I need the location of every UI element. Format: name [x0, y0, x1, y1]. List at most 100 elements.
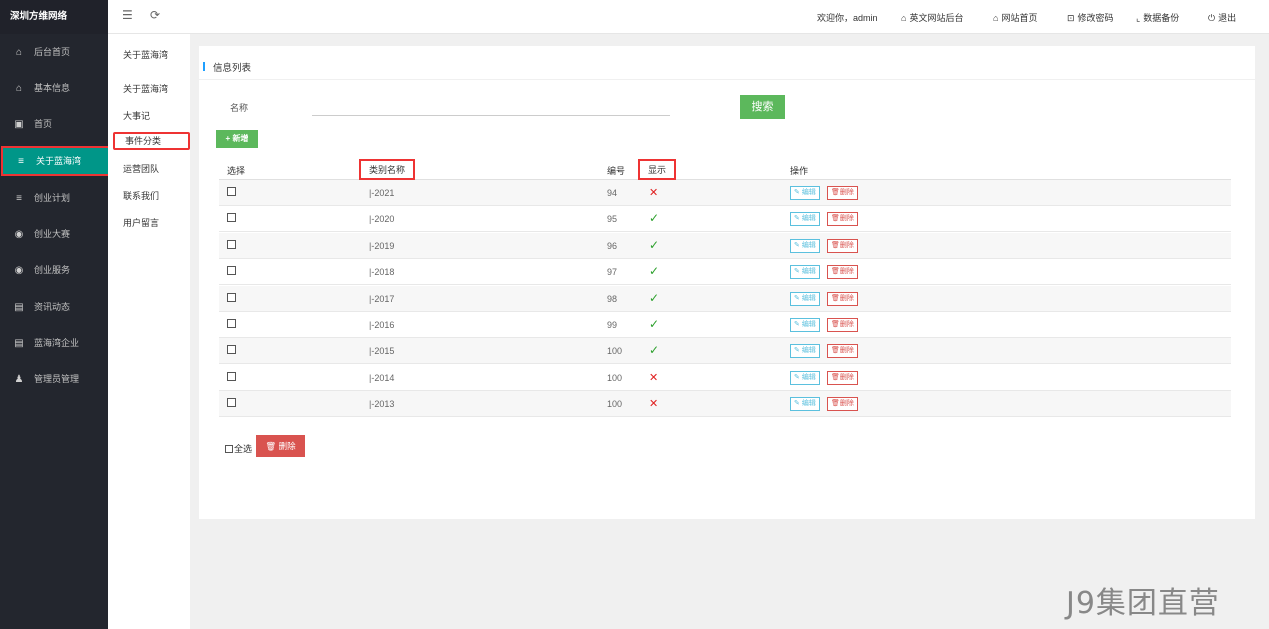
cross-icon: ✕: [649, 398, 659, 411]
cross-icon: ✕: [649, 187, 659, 199]
sidebar-item-3[interactable]: ▣ 首页: [0, 110, 108, 138]
home-icon: ⌂: [15, 47, 23, 58]
edit-button[interactable]: ✎ 编辑: [790, 212, 820, 227]
edit-button[interactable]: ✎ 编辑: [790, 370, 820, 385]
sidebar-item-9[interactable]: ▤ 蓝海湾企业: [0, 329, 108, 357]
sidebar-item-4[interactable]: ≡ 关于蓝海湾: [1, 146, 111, 176]
sidebar-item-label: 后台首页: [34, 47, 71, 57]
subnav-item-about[interactable]: 关于蓝海湾: [123, 82, 168, 95]
row-checkbox[interactable]: [227, 213, 236, 223]
delete-button[interactable]: 🗑删除: [827, 186, 858, 200]
category-name: |-2013: [369, 399, 395, 410]
subnav-item-team[interactable]: 运营团队: [123, 162, 159, 175]
delete-button[interactable]: 🗑删除: [827, 370, 858, 385]
check-icon: ✓: [649, 237, 660, 252]
bulk-delete-button[interactable]: 🗑 删除: [256, 435, 305, 457]
category-number: 97: [607, 267, 618, 278]
table-row: |-2020 95 ✓ ✎ 编辑 🗑删除: [219, 206, 1231, 233]
list-icon: ≡: [18, 156, 24, 167]
sidebar-item-2[interactable]: ⌂ 基本信息: [0, 74, 108, 102]
panel-header: 信息列表: [199, 46, 1255, 80]
sidebar-item-label: 蓝海湾企业: [34, 338, 80, 348]
edit-button[interactable]: ✎ 编辑: [790, 318, 820, 332]
home-icon: ⌂: [993, 13, 999, 23]
name-search-input[interactable]: [312, 104, 670, 116]
trash-icon: 🗑: [831, 321, 840, 328]
subnav-item-messages[interactable]: 用户留言: [123, 216, 159, 229]
chart-icon: ⌞: [1136, 13, 1141, 23]
row-checkbox[interactable]: [227, 345, 236, 355]
col-header-display: 显示: [638, 159, 677, 180]
sidebar-item-6[interactable]: ◉ 创业大赛: [0, 220, 108, 248]
add-button[interactable]: + 新增: [216, 130, 258, 148]
row-checkbox[interactable]: [227, 398, 236, 408]
menu-toggle-icon[interactable]: ☰: [122, 8, 133, 22]
category-name: |-2020: [369, 214, 395, 225]
delete-button[interactable]: 🗑删除: [827, 397, 858, 412]
table-row: |-2016 99 ✓ ✎ 编辑 🗑删除: [219, 312, 1231, 338]
header-link-en-admin[interactable]: ⌂ 英文网站后台: [901, 11, 963, 24]
pencil-icon: ✎: [794, 294, 800, 302]
sidebar-item-1[interactable]: ⌂ 后台首页: [0, 38, 108, 66]
edit-button[interactable]: ✎ 编辑: [790, 238, 820, 253]
delete-button[interactable]: 🗑删除: [827, 318, 858, 332]
table-header: 选择 类别名称 编号 显示 操作: [219, 158, 1231, 180]
header-link-backup[interactable]: ⌞ 数据备份: [1136, 11, 1179, 24]
row-checkbox[interactable]: [227, 266, 236, 276]
pencil-icon: ✎: [794, 189, 800, 196]
table-row: |-2014 100 ✕ ✎ 编辑 🗑删除: [219, 365, 1231, 391]
edit-button[interactable]: ✎ 编辑: [790, 397, 820, 412]
search-button[interactable]: 搜索: [740, 95, 785, 119]
sidebar-item-5[interactable]: ≡ 创业计划: [0, 184, 108, 212]
row-checkbox[interactable]: [227, 371, 236, 381]
home-icon: ⌂: [15, 83, 23, 94]
refresh-icon[interactable]: ⟳: [150, 8, 160, 22]
table-row: |-2017 98 ✓ ✎ 编辑 🗑删除: [219, 285, 1231, 312]
delete-button[interactable]: 🗑删除: [827, 212, 858, 227]
secondary-sidebar: 关于蓝海湾 关于蓝海湾 大事记 运营团队 联系我们 用户留言: [108, 34, 190, 629]
sidebar-item-10[interactable]: ♟ 管理员管理: [0, 365, 108, 393]
delete-button[interactable]: 🗑删除: [827, 265, 858, 280]
globe-icon: ◉: [14, 265, 24, 276]
sidebar-item-8[interactable]: ▤ 资讯动态: [0, 293, 108, 321]
category-number: 100: [607, 372, 623, 383]
row-checkbox[interactable]: [227, 319, 236, 328]
category-name: |-2018: [369, 267, 395, 278]
subnav-item-event-category[interactable]: 事件分类: [113, 132, 190, 150]
globe-icon: ◉: [14, 229, 24, 240]
trash-icon: 🗑: [831, 347, 840, 355]
sidebar-item-7[interactable]: ◉ 创业服务: [0, 256, 108, 284]
row-checkbox[interactable]: [227, 239, 236, 249]
delete-button[interactable]: 🗑删除: [827, 344, 858, 359]
edit-button[interactable]: ✎ 编辑: [790, 186, 820, 200]
subnav-item-events[interactable]: 大事记: [123, 109, 150, 122]
pencil-icon: ✎: [794, 268, 800, 276]
delete-button[interactable]: 🗑删除: [827, 238, 858, 253]
pencil-icon: ✎: [794, 347, 800, 355]
row-checkbox[interactable]: [227, 292, 236, 302]
category-number: 100: [607, 399, 623, 410]
category-number: 99: [607, 320, 618, 330]
table-row: |-2018 97 ✓ ✎ 编辑 🗑删除: [219, 259, 1231, 286]
header-link-change-password[interactable]: ⊡ 修改密码: [1067, 11, 1114, 24]
edit-button[interactable]: ✎ 编辑: [790, 344, 820, 359]
pencil-icon: ✎: [794, 373, 800, 381]
row-checkbox[interactable]: [227, 187, 236, 196]
pencil-icon: ✎: [794, 400, 800, 408]
lock-icon: ⊡: [1067, 13, 1075, 23]
edit-button[interactable]: ✎ 编辑: [790, 291, 820, 306]
select-all-checkbox[interactable]: 全选: [225, 442, 252, 455]
header-link-logout[interactable]: ⏻ 退出: [1208, 11, 1236, 24]
subnav-title: 关于蓝海湾: [123, 50, 169, 60]
main-sidebar: 深圳方维网络 ⌂ 后台首页 ⌂ 基本信息 ▣ 首页 ≡ 关于蓝海湾 ≡ 创业计划 ◉ 创业大赛 ◉ 创业服…: [0, 0, 111, 629]
table-row: |-2019 96 ✓ ✎ 编辑 🗑删除: [219, 232, 1231, 259]
category-name: |-2015: [369, 346, 395, 357]
header-link-site-home[interactable]: ⌂ 网站首页: [993, 11, 1037, 24]
category-name: |-2021: [369, 188, 395, 198]
delete-button[interactable]: 🗑删除: [827, 291, 858, 306]
edit-button[interactable]: ✎ 编辑: [790, 265, 820, 280]
trash-icon: 🗑: [831, 241, 840, 249]
sidebar-item-label: 资讯动态: [34, 302, 71, 312]
newspaper-icon: ▤: [14, 302, 24, 313]
subnav-item-contact[interactable]: 联系我们: [123, 189, 159, 202]
